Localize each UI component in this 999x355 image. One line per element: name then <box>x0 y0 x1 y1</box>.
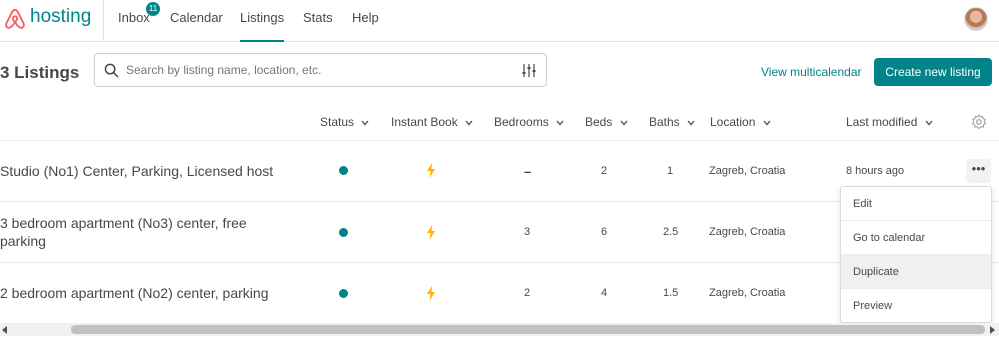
column-location[interactable]: Location <box>710 115 771 129</box>
location-value: Zagreb, Croatia <box>709 165 786 177</box>
chevron-down-icon <box>361 120 369 126</box>
divider <box>0 140 999 141</box>
inbox-badge: 11 <box>146 2 160 16</box>
search-input[interactable] <box>126 60 506 80</box>
beds-value: 2 <box>601 165 608 177</box>
last-modified-value: 8 hours ago <box>846 165 905 177</box>
row-actions-menu: Edit Go to calendar Duplicate Preview <box>840 186 992 323</box>
location-value: Zagreb, Croatia <box>709 287 786 299</box>
chevron-down-icon <box>465 120 473 126</box>
lightning-bolt-icon <box>427 286 435 301</box>
chevron-down-icon <box>687 120 695 126</box>
filter-sliders-icon[interactable] <box>522 63 536 78</box>
nav-listings[interactable]: Listings <box>240 10 285 42</box>
nav-calendar[interactable]: Calendar <box>170 10 223 25</box>
chevron-down-icon <box>763 120 771 126</box>
baths-value: 2.5 <box>663 226 679 238</box>
brand[interactable]: hosting <box>0 0 104 42</box>
bedrooms-value: – <box>524 164 532 179</box>
column-instant-book-label: Instant Book <box>391 115 458 129</box>
brand-name: hosting <box>30 6 92 27</box>
gear-icon[interactable] <box>971 114 987 130</box>
chevron-down-icon <box>620 120 628 126</box>
page-title: 3 Listings <box>0 63 80 82</box>
status-active-indicator <box>339 228 348 237</box>
column-location-label: Location <box>710 115 756 129</box>
top-navigation: hosting Inbox 11 Calendar Listings Stats… <box>0 0 999 42</box>
row-more-options-button[interactable]: ••• <box>966 159 991 183</box>
column-status[interactable]: Status <box>320 115 369 129</box>
menu-item-duplicate[interactable]: Duplicate <box>841 255 991 289</box>
lightning-bolt-icon <box>427 163 435 178</box>
nav-help[interactable]: Help <box>352 10 379 25</box>
scroll-right-arrow-icon[interactable] <box>990 326 995 334</box>
column-baths[interactable]: Baths <box>649 115 695 129</box>
column-bedrooms-label: Bedrooms <box>494 115 549 129</box>
listing-name[interactable]: 3 bedroom apartment (No3) center, free p… <box>0 214 290 250</box>
view-multicalendar-link[interactable]: View multicalendar <box>761 65 862 79</box>
chevron-down-icon <box>556 120 564 126</box>
column-last-modified[interactable]: Last modified <box>846 115 933 129</box>
bedrooms-value: 3 <box>524 226 531 238</box>
create-new-listing-button[interactable]: Create new listing <box>874 58 992 86</box>
nav-stats[interactable]: Stats <box>303 10 333 25</box>
listing-name[interactable]: 2 bedroom apartment (No2) center, parkin… <box>0 284 290 302</box>
menu-item-preview[interactable]: Preview <box>841 289 991 323</box>
status-active-indicator <box>339 166 348 175</box>
scrollbar-thumb[interactable] <box>71 325 985 334</box>
search-icon <box>104 63 119 78</box>
column-beds-label: Beds <box>585 115 613 129</box>
location-value: Zagreb, Croatia <box>709 226 786 238</box>
column-beds[interactable]: Beds <box>585 115 628 129</box>
column-bedrooms[interactable]: Bedrooms <box>494 115 564 129</box>
baths-value: 1 <box>667 165 674 177</box>
baths-value: 1.5 <box>663 287 679 299</box>
column-status-label: Status <box>320 115 355 129</box>
nav-inbox[interactable]: Inbox <box>118 10 150 25</box>
column-instant-book[interactable]: Instant Book <box>391 115 473 129</box>
menu-item-go-to-calendar[interactable]: Go to calendar <box>841 221 991 255</box>
lightning-bolt-icon <box>427 225 435 240</box>
airbnb-belo-icon <box>5 8 25 29</box>
chevron-down-icon <box>925 120 933 126</box>
search-box <box>94 53 547 87</box>
column-last-modified-label: Last modified <box>846 115 918 129</box>
menu-item-edit[interactable]: Edit <box>841 187 991 221</box>
beds-value: 4 <box>601 287 608 299</box>
scroll-left-arrow-icon[interactable] <box>2 326 7 334</box>
bedrooms-value: 2 <box>524 287 531 299</box>
horizontal-scrollbar[interactable] <box>0 323 999 336</box>
listing-name-line: parking <box>0 233 46 249</box>
column-baths-label: Baths <box>649 115 680 129</box>
beds-value: 6 <box>601 226 608 238</box>
avatar[interactable] <box>964 7 988 31</box>
status-active-indicator <box>339 289 348 298</box>
listing-name-line: 3 bedroom apartment (No3) center, free <box>0 215 247 231</box>
listing-name[interactable]: Studio (No1) Center, Parking, Licensed h… <box>0 162 290 180</box>
